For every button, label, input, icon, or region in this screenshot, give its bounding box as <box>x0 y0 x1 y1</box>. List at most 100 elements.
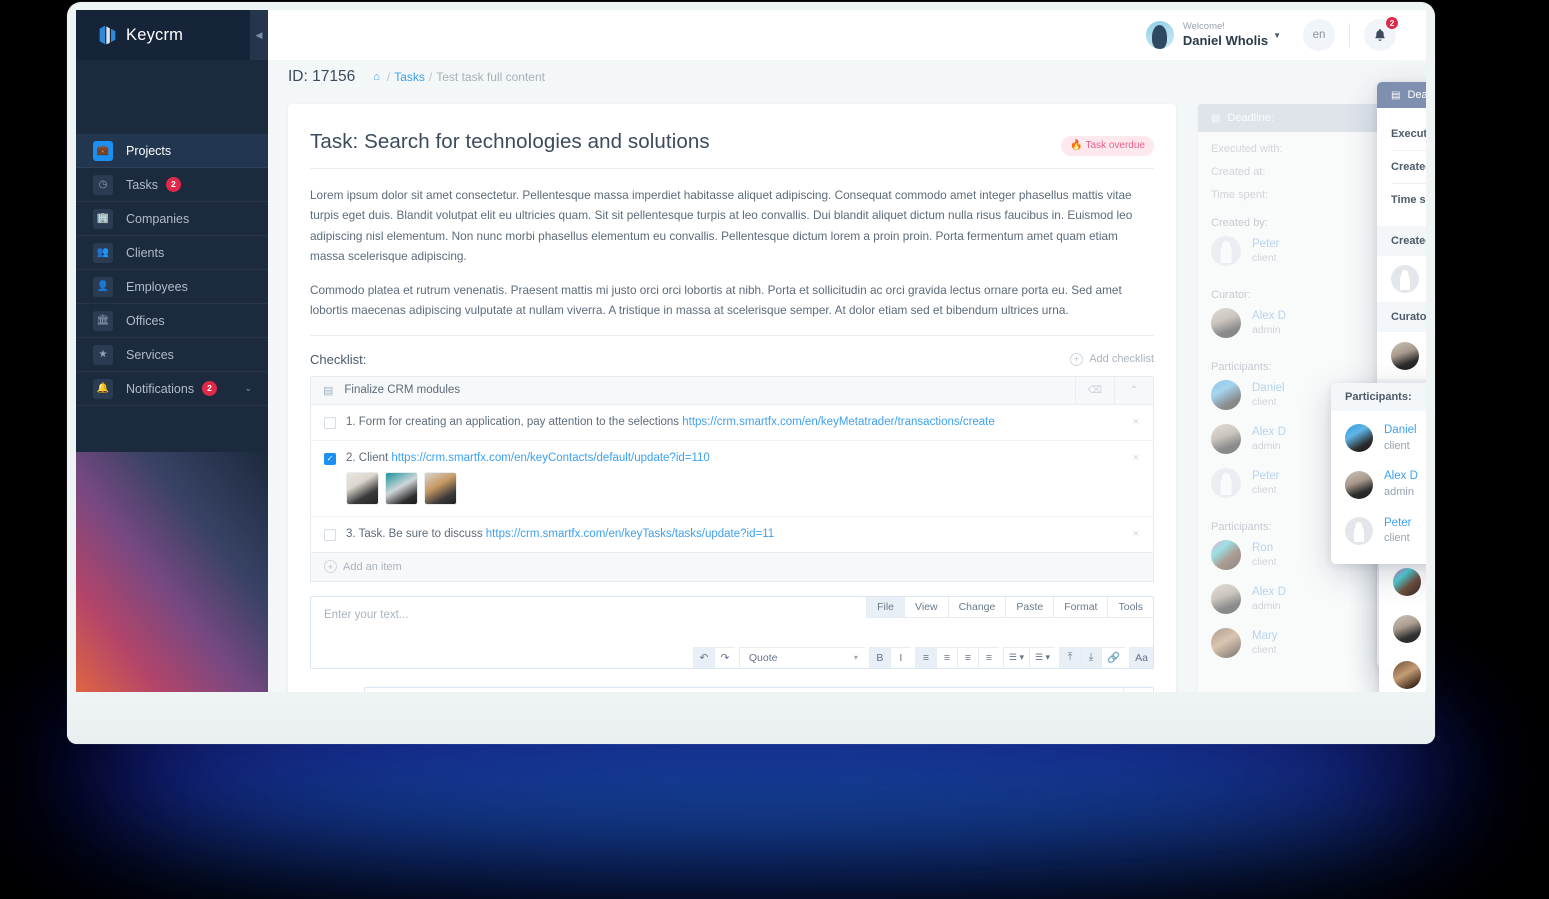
info-deadline-label: Deadline: <box>1227 112 1274 124</box>
toolbar-number-list-icon[interactable]: ☰ ▾ <box>1028 646 1056 668</box>
task-paragraph-2: Commodo platea et rutrum venenatis. Prae… <box>310 283 1122 318</box>
brand-name: Keycrm <box>126 25 184 44</box>
person-name: Peter <box>1252 237 1280 250</box>
screen: Keycrm ◀ 💼 Projects ◷ Tasks 2 🏢 Companies 👥 Clie… <box>76 10 1426 692</box>
sidebar-item-label: Notifications <box>126 381 195 396</box>
avatar <box>1145 21 1174 49</box>
person-name[interactable]: Ron <box>1252 541 1277 556</box>
sidebar-item-label: Projects <box>126 143 172 158</box>
rich-text-editor[interactable]: Enter your text... File View Change Paste Fo… <box>310 595 1154 669</box>
checklist-label: Checklist: <box>310 351 367 367</box>
checklist-item: 3. Task. Be sure to discuss https://crm.… <box>311 517 1153 552</box>
toolbar-indent-less-icon[interactable]: ⤒ <box>1059 646 1081 668</box>
toolbar-align-left-icon[interactable]: ≡ <box>914 646 936 668</box>
sidebar-item-employees[interactable]: 👤 Employees <box>76 270 268 304</box>
toolbar-indent-more-icon[interactable]: ⤓ <box>1080 646 1102 668</box>
add-checklist-button[interactable]: + Add checklist <box>1070 352 1154 366</box>
topbar-divider <box>1349 23 1350 47</box>
chevron-up-icon[interactable]: ⌃ <box>1114 376 1153 405</box>
sidebar-item-projects[interactable]: 💼 Projects <box>76 134 268 168</box>
checklist-group-header: ▤ Finalize CRM modules ⌫ ⌃ <box>311 376 1153 405</box>
breadcrumb-link-tasks[interactable]: Tasks <box>394 70 425 84</box>
person-name[interactable]: Mary <box>1252 629 1278 644</box>
sidebar-item-services[interactable]: ★ Services <box>76 338 268 372</box>
checklist-checkbox[interactable]: ✓ <box>324 452 336 465</box>
chevron-down-icon[interactable]: ⌄ <box>244 383 252 394</box>
thumbnail-image[interactable] <box>424 471 457 505</box>
toolbar-redo-icon[interactable]: ↷ <box>713 646 735 668</box>
star-icon: ★ <box>93 344 113 365</box>
status-badge-label: Task overdue <box>1085 140 1145 151</box>
person-name[interactable]: Alex D <box>1252 425 1286 440</box>
backspace-icon[interactable]: ⌫ <box>1075 376 1114 405</box>
editor-menu-tools[interactable]: Tools <box>1107 596 1153 618</box>
remove-item-icon[interactable]: × <box>1133 416 1139 428</box>
person-role: admin <box>1252 439 1281 452</box>
person-name[interactable]: Daniel <box>1252 381 1285 396</box>
avatar <box>1211 468 1241 498</box>
list-icon: ▤ <box>323 384 334 397</box>
sidebar-item-notifications[interactable]: 🔔 Notifications 2 ⌄ <box>76 372 268 406</box>
editor-menu-paste[interactable]: Paste <box>1005 596 1054 618</box>
screen-edge-fade <box>1366 10 1426 692</box>
checklist-item-link[interactable]: https://crm.smartfx.com/en/keyMetatrader… <box>682 416 995 428</box>
avatar <box>1211 380 1241 410</box>
clock-icon: ◷ <box>93 174 113 195</box>
editor-menu-change[interactable]: Change <box>947 596 1006 618</box>
person-name[interactable]: Alex D <box>1252 585 1286 600</box>
breadcrumb-sep-2: / <box>428 70 433 84</box>
sidebar-item-label: Services <box>126 347 174 362</box>
checklist-item-link[interactable]: https://crm.smartfx.com/en/keyContacts/d… <box>391 452 709 464</box>
language-switcher[interactable]: en <box>1303 19 1335 51</box>
checklist-checkbox[interactable] <box>324 528 336 541</box>
toolbar-bold-icon[interactable]: B <box>868 646 890 668</box>
toolbar-align-justify-icon[interactable]: ≡ <box>977 646 999 668</box>
breadcrumb: ID: 17156 ⌂ / Tasks / Test task full con… <box>268 60 1426 94</box>
toolbar-italic-icon[interactable]: I <box>889 646 911 668</box>
chevron-down-icon: ▾ <box>853 653 858 663</box>
sidebar-item-tasks[interactable]: ◷ Tasks 2 <box>76 168 268 202</box>
brand-logo[interactable]: Keycrm <box>76 10 268 60</box>
people-icon: 👥 <box>93 242 113 263</box>
sidebar-item-companies[interactable]: 🏢 Companies <box>76 202 268 236</box>
checklist-checkbox[interactable] <box>324 416 336 429</box>
breadcrumb-current: Test task full content <box>436 70 545 84</box>
sidebar-collapse-button[interactable]: ◀ <box>250 10 268 60</box>
person-role: client <box>1252 251 1277 264</box>
sidebar-badge: 2 <box>202 381 217 396</box>
checklist-items: 1. Form for creating an application, pay… <box>311 405 1153 552</box>
background-glow-teal <box>120 760 1420 830</box>
avatar <box>1211 540 1241 570</box>
home-icon[interactable]: ⌂ <box>373 71 380 83</box>
remove-item-icon[interactable]: × <box>1133 528 1139 540</box>
toolbar-link-icon[interactable]: 🔗 <box>1101 646 1126 668</box>
info-row-key: Time spent: <box>1211 189 1269 201</box>
user-icon: 👤 <box>93 276 113 297</box>
chevron-down-icon: ▼ <box>1273 30 1281 40</box>
checklist-item-link[interactable]: https://crm.smartfx.com/en/keyTasks/task… <box>486 528 774 540</box>
record-id: ID: 17156 <box>288 68 356 85</box>
user-menu[interactable]: Welcome! Daniel Wholis ▼ <box>1145 21 1281 49</box>
sidebar-item-clients[interactable]: 👥 Clients <box>76 236 268 270</box>
person-role: client <box>1252 555 1277 568</box>
editor-menu-view[interactable]: View <box>904 596 948 618</box>
toolbar-undo-icon[interactable]: ↶ <box>692 646 714 668</box>
editor-menu-format[interactable]: Format <box>1053 596 1108 618</box>
editor-menu-file[interactable]: File <box>866 596 904 618</box>
toolbar-font-icon[interactable]: Aa <box>1129 646 1153 668</box>
thumbnail-image[interactable] <box>346 471 379 505</box>
sidebar-item-offices[interactable]: 🏛 Offices <box>76 304 268 338</box>
toolbar-bullet-list-icon[interactable]: ☰ ▾ <box>1002 646 1029 668</box>
toolbar-align-center-icon[interactable]: ≡ <box>935 646 957 668</box>
remove-item-icon[interactable]: × <box>1133 452 1139 464</box>
info-row-key: Executed with: <box>1211 143 1283 155</box>
thumbnail-image[interactable] <box>385 471 418 505</box>
info-row-key: Created at: <box>1211 166 1266 178</box>
person-name[interactable]: Peter <box>1252 469 1280 484</box>
plus-circle-icon: + <box>1070 352 1084 366</box>
checklist-item: 1. Form for creating an application, pay… <box>311 405 1153 441</box>
add-item-button[interactable]: + Add an item <box>310 552 1154 582</box>
checklist-item-text: 1. Form for creating an application, pay… <box>346 415 683 428</box>
briefcase-icon: 💼 <box>93 140 113 161</box>
toolbar-align-right-icon[interactable]: ≡ <box>956 646 978 668</box>
